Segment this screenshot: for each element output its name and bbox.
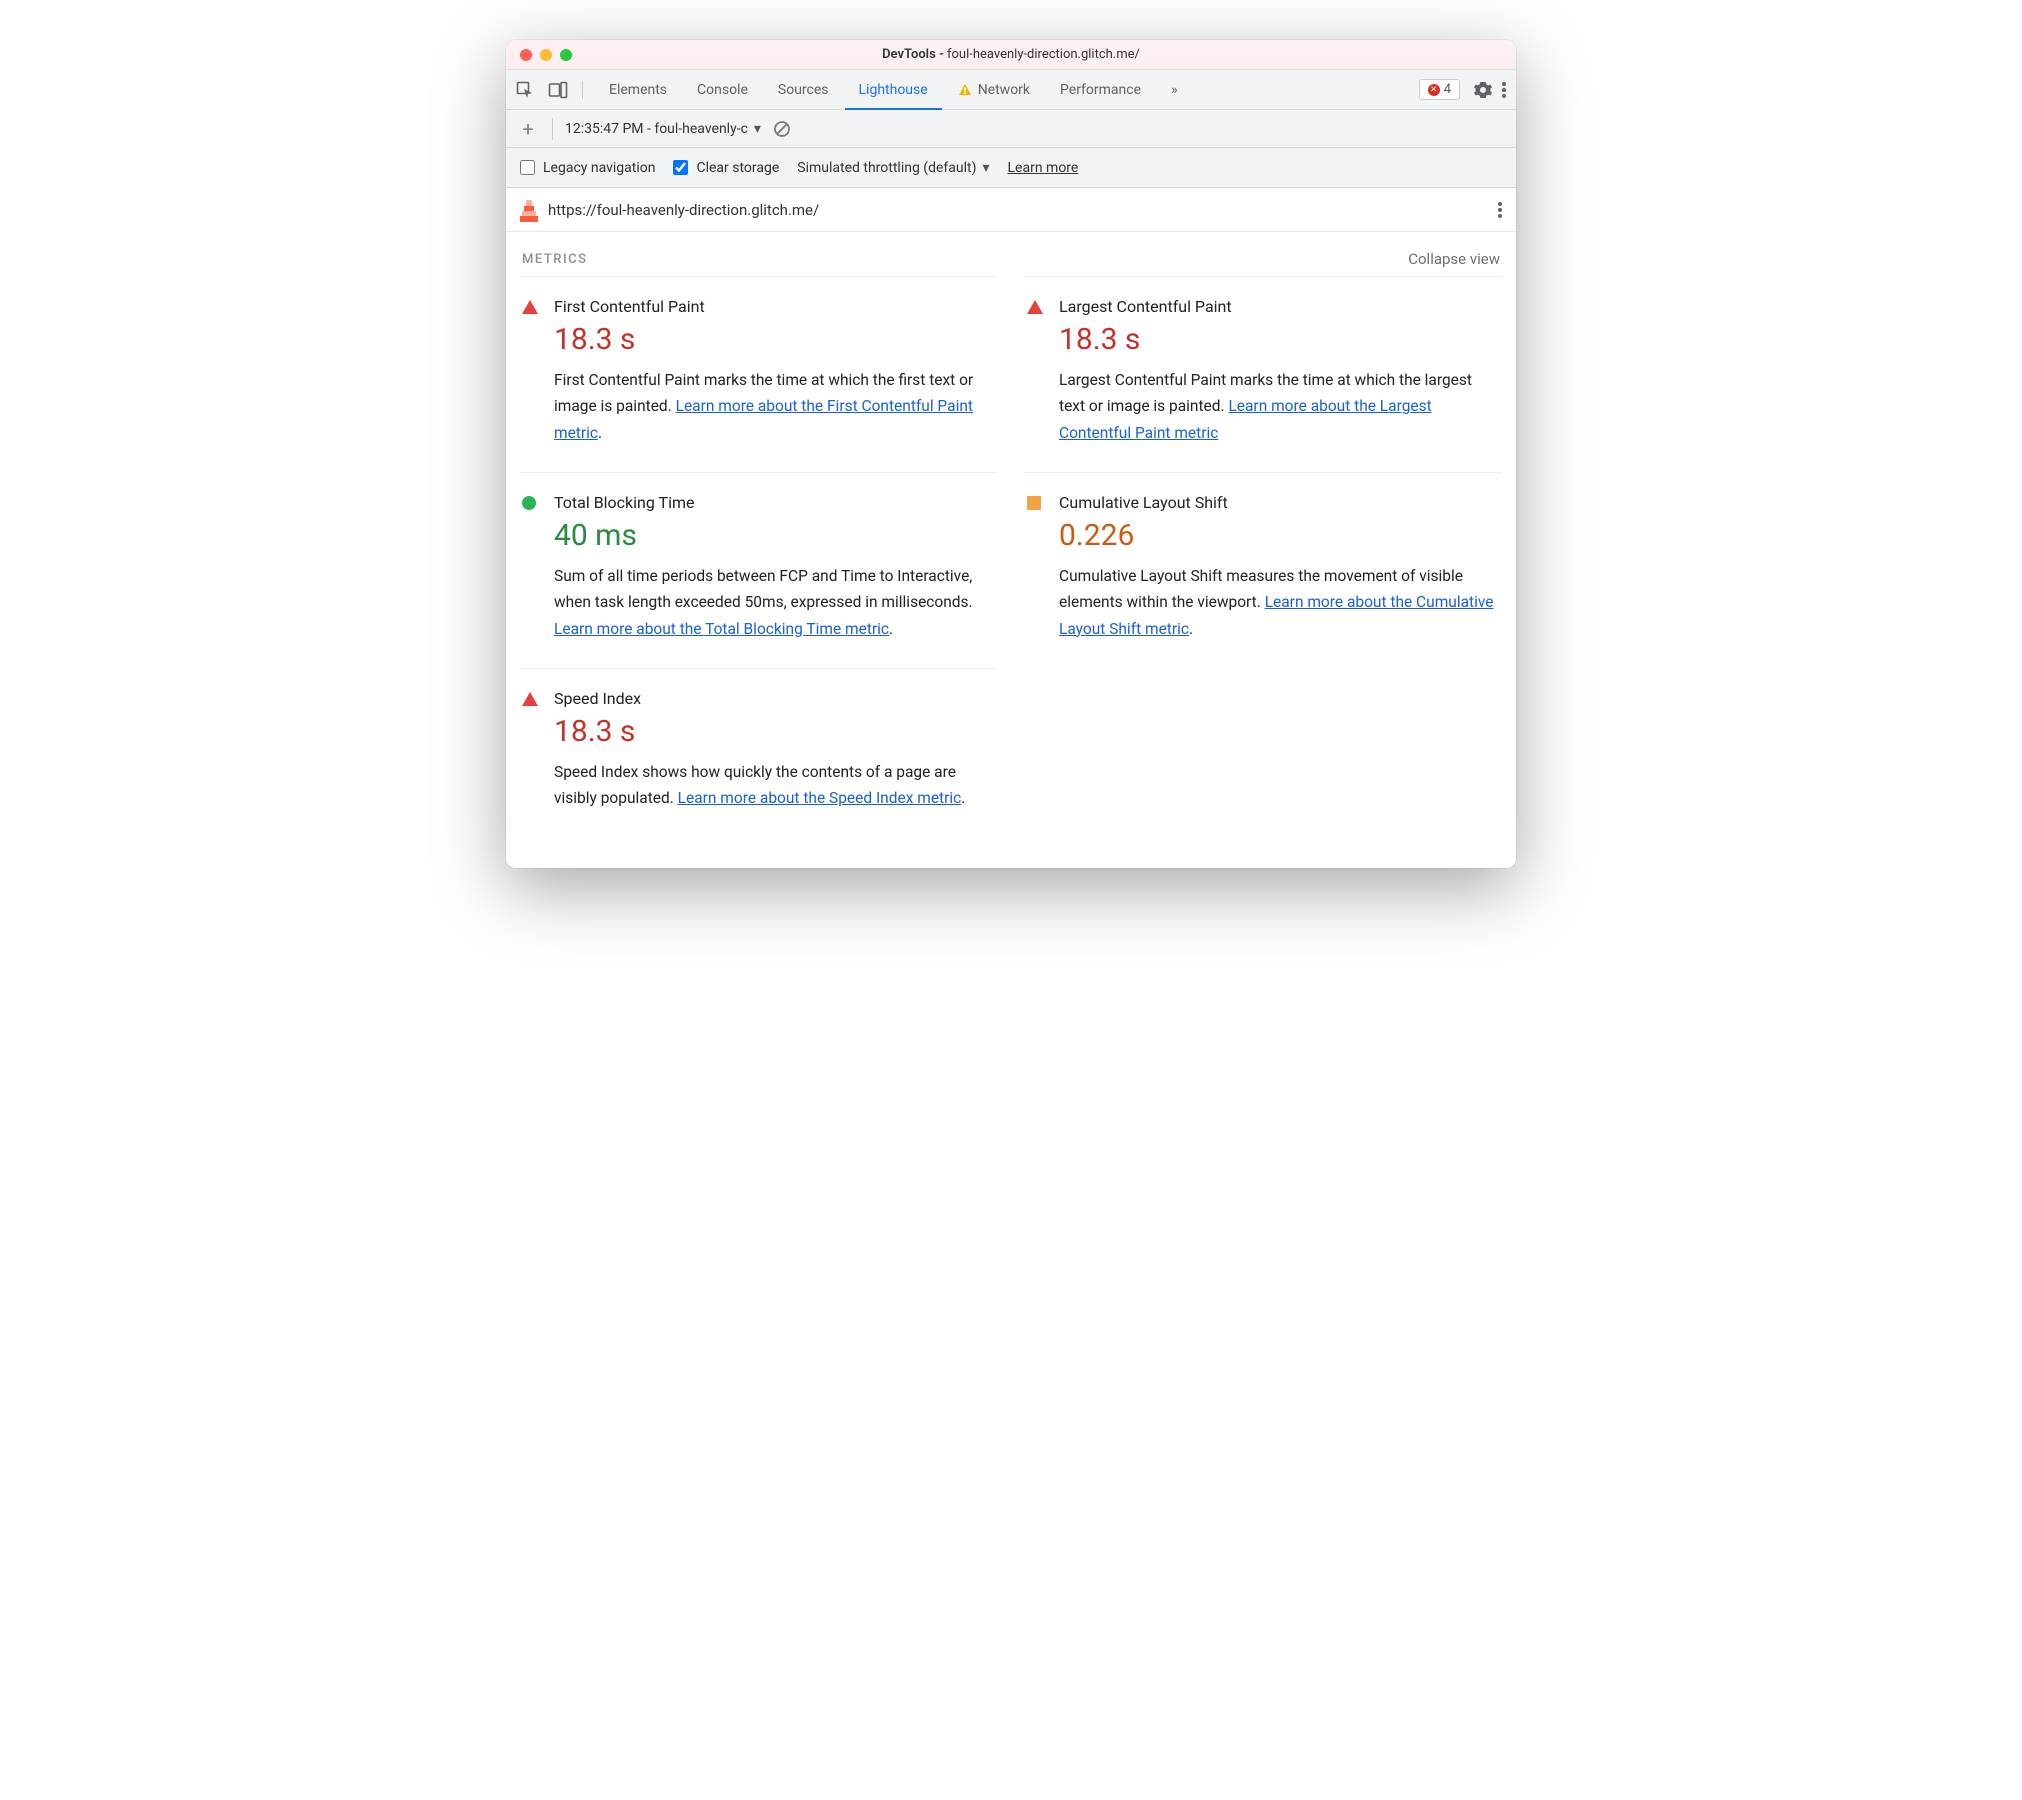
error-icon: ✕ [1428,84,1440,96]
metric-description: Largest Contentful Paint marks the time … [1059,367,1500,446]
window-title-prefix: DevTools - [882,47,947,62]
metrics-panel: METRICS Collapse view First Contentful P… [506,232,1516,868]
settings-gear-icon[interactable] [1474,81,1492,99]
metric-card-lcp: Largest Contentful Paint 18.3 s Largest … [1025,276,1502,472]
more-menu-icon[interactable] [1502,81,1506,99]
metric-learn-more-link[interactable]: Learn more about the Total Blocking Time… [554,620,889,638]
metric-title: Cumulative Layout Shift [1059,493,1500,512]
tab-elements[interactable]: Elements [595,70,681,109]
window-title: DevTools - foul-heavenly-direction.glitc… [506,47,1516,62]
chevron-down-icon: ▾ [982,160,989,176]
metric-card-si: Speed Index 18.3 s Speed Index shows how… [520,668,997,838]
error-count: 4 [1444,82,1451,97]
inspect-element-icon[interactable] [516,81,534,99]
clear-storage-input[interactable] [673,160,688,175]
metric-card-cls: Cumulative Layout Shift 0.226 Cumulative… [1025,472,1502,668]
clear-report-icon[interactable] [773,120,791,138]
metric-title: Total Blocking Time [554,493,995,512]
metric-value: 0.226 [1059,518,1500,553]
learn-more-link[interactable]: Learn more [1008,160,1079,176]
tab-label: Network [978,82,1030,98]
tab-lighthouse[interactable]: Lighthouse [845,70,942,109]
tab-sources[interactable]: Sources [764,70,843,109]
devtools-main-toolbar: Elements Console Sources Lighthouse Netw… [506,70,1516,110]
legacy-navigation-checkbox[interactable]: Legacy navigation [520,160,655,176]
metric-learn-more-link[interactable]: Learn more about the Speed Index metric [678,789,962,807]
metric-description: Sum of all time periods between FCP and … [554,563,995,642]
metric-card-tbt: Total Blocking Time 40 ms Sum of all tim… [520,472,997,668]
report-menu-icon[interactable] [1498,201,1502,219]
window-title-target: foul-heavenly-direction.glitch.me/ [947,47,1140,62]
metric-value: 18.3 s [554,714,995,749]
metric-title: Speed Index [554,689,995,708]
metric-value: 18.3 s [554,322,995,357]
tab-console[interactable]: Console [683,70,762,109]
legacy-navigation-input[interactable] [520,160,535,175]
report-selector-label: 12:35:47 PM - foul-heavenly-c [565,121,748,137]
tab-label: Performance [1060,82,1141,98]
metric-description: Cumulative Layout Shift measures the mov… [1059,563,1500,642]
devtools-window: DevTools - foul-heavenly-direction.glitc… [506,40,1516,868]
metric-description: Speed Index shows how quickly the conten… [554,759,995,812]
collapse-view-toggle[interactable]: Collapse view [1408,250,1500,268]
divider [552,118,553,140]
devtools-panel-tabs: Elements Console Sources Lighthouse Netw… [595,70,1192,109]
metric-description: First Contentful Paint marks the time at… [554,367,995,446]
status-square-orange-icon [1027,496,1041,510]
new-report-button[interactable]: + [516,117,540,141]
error-count-badge[interactable]: ✕ 4 [1419,79,1460,100]
lighthouse-logo-icon [520,198,538,222]
tab-label: Lighthouse [859,82,928,98]
tab-network[interactable]: Network [944,70,1044,109]
status-circle-green-icon [522,496,536,510]
lighthouse-report-toolbar: + 12:35:47 PM - foul-heavenly-c ▾ [506,110,1516,148]
metrics-heading: METRICS [522,252,587,267]
window-titlebar: DevTools - foul-heavenly-direction.glitc… [506,40,1516,70]
metric-title: Largest Contentful Paint [1059,297,1500,316]
metric-value: 18.3 s [1059,322,1500,357]
audited-url-bar: https://foul-heavenly-direction.glitch.m… [506,188,1516,232]
legacy-navigation-label: Legacy navigation [543,160,655,176]
throttling-label: Simulated throttling (default) [797,160,976,176]
tab-label: Sources [778,82,829,98]
tab-label: Console [697,82,748,98]
overflow-glyph: » [1171,82,1178,98]
clear-storage-checkbox[interactable]: Clear storage [673,160,779,176]
throttling-dropdown[interactable]: Simulated throttling (default) ▾ [797,160,989,176]
metric-card-fcp: First Contentful Paint 18.3 s First Cont… [520,276,997,472]
metric-value: 40 ms [554,518,995,553]
tab-label: Elements [609,82,667,98]
audited-url: https://foul-heavenly-direction.glitch.m… [548,201,819,219]
tabs-overflow-button[interactable]: » [1157,70,1192,109]
chevron-down-icon: ▾ [754,121,761,137]
status-triangle-red-icon [522,692,538,706]
status-triangle-red-icon [522,300,538,314]
device-toggle-icon[interactable] [548,81,568,99]
metric-title: First Contentful Paint [554,297,995,316]
clear-storage-label: Clear storage [696,160,779,176]
lighthouse-options-bar: Legacy navigation Clear storage Simulate… [506,148,1516,188]
tab-performance[interactable]: Performance [1046,70,1155,109]
warning-icon [958,83,972,97]
report-selector[interactable]: 12:35:47 PM - foul-heavenly-c ▾ [565,121,761,137]
status-triangle-red-icon [1027,300,1043,314]
